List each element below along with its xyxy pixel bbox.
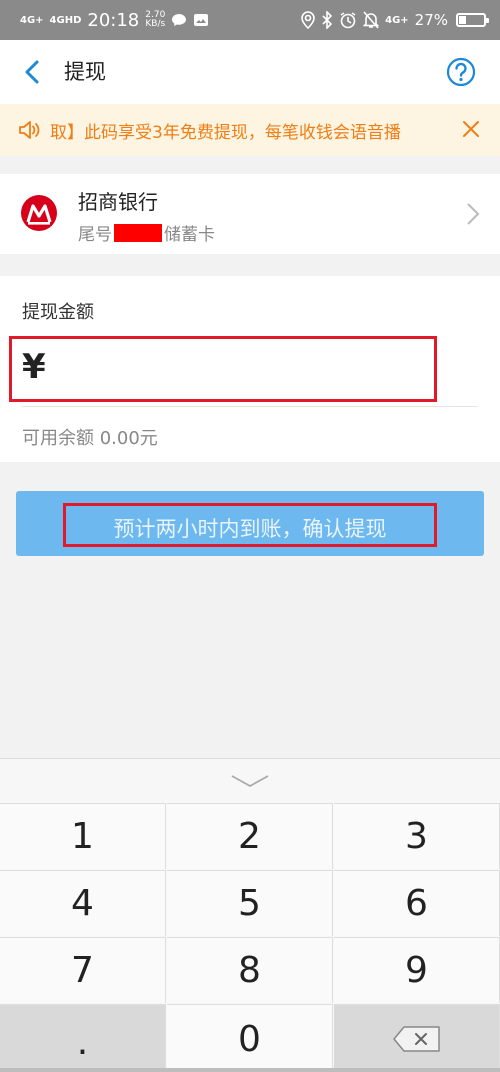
bank-name: 招商银行: [78, 190, 158, 214]
card-info: 尾号 储蓄卡: [78, 220, 215, 245]
notice-text: 取】此码享受3年免费提现，每笔收钱会语音播: [50, 123, 401, 143]
key-3[interactable]: 3: [334, 803, 500, 869]
key-delete[interactable]: [334, 1004, 500, 1072]
speaker-icon: [19, 121, 40, 139]
currency-symbol: ¥: [22, 347, 46, 387]
chevron-right-icon: [467, 203, 480, 225]
network-speed: 2.70 KB/s: [145, 11, 165, 29]
bank-logo-icon: [21, 195, 57, 231]
battery-icon: [456, 13, 489, 27]
close-icon[interactable]: [460, 118, 482, 140]
amount-label: 提现金额: [22, 302, 94, 323]
notice-banner[interactable]: 取】此码享受3年免费提现，每笔收钱会语音播: [0, 104, 500, 156]
page-title: 提现: [64, 60, 106, 84]
bank-card-selector[interactable]: 招商银行 尾号 储蓄卡: [0, 174, 500, 254]
confirm-button-label: 预计两小时内到账，确认提现: [113, 517, 387, 541]
network-type: 4G+: [385, 14, 409, 26]
back-arrow-icon[interactable]: [20, 59, 46, 85]
key-4[interactable]: 4: [0, 870, 166, 936]
keypad-grid: 1 2 3 4 5 6 7 8 9 . 0: [0, 803, 500, 1072]
key-0[interactable]: 0: [167, 1004, 333, 1072]
key-7[interactable]: 7: [0, 937, 166, 1003]
app-header: 提现: [0, 40, 500, 104]
home-indicator: [0, 1068, 500, 1072]
alarm-icon: [340, 12, 356, 29]
key-1[interactable]: 1: [0, 803, 166, 869]
key-9[interactable]: 9: [334, 937, 500, 1003]
numeric-keypad: 1 2 3 4 5 6 7 8 9 . 0: [0, 758, 500, 1072]
key-5[interactable]: 5: [167, 870, 333, 936]
amount-input[interactable]: [60, 345, 420, 393]
confirm-label-highlight: 预计两小时内到账，确认提现: [63, 503, 437, 547]
withdraw-amount-card: 提现金额 ¥ 可用余额 0.00元: [0, 276, 500, 462]
key-dot[interactable]: .: [0, 1004, 166, 1072]
signal-4g-plus: 4G+: [20, 14, 44, 26]
status-bar: 4G+ 4GHD 20:18 2.70 KB/s 4G+ 27%: [0, 0, 500, 40]
key-6[interactable]: 6: [334, 870, 500, 936]
status-bar-left: 4G+ 4GHD 20:18 2.70 KB/s: [20, 10, 209, 31]
mute-bell-icon: [363, 11, 380, 29]
key-2[interactable]: 2: [167, 803, 333, 869]
input-divider: [22, 406, 478, 407]
gallery-icon: [194, 14, 209, 26]
status-bar-right: 4G+ 27%: [301, 11, 489, 29]
available-balance: 可用余额 0.00元: [22, 428, 158, 449]
redacted-card-number: [114, 223, 162, 242]
chevron-down-icon[interactable]: [230, 773, 270, 789]
location-icon: [301, 11, 315, 29]
battery-level: [459, 16, 467, 24]
network-speed-unit: KB/s: [145, 19, 166, 29]
key-8[interactable]: 8: [167, 937, 333, 1003]
chat-bubble-icon: [172, 14, 187, 26]
clock: 20:18: [87, 9, 140, 31]
question-circle-icon[interactable]: [446, 57, 476, 87]
amount-input-highlight: ¥: [9, 336, 437, 402]
card-type: 储蓄卡: [164, 225, 215, 245]
backspace-icon: [392, 1026, 440, 1052]
bluetooth-icon: [322, 11, 333, 29]
card-tail-label: 尾号: [78, 225, 112, 245]
battery-percent: 27%: [414, 11, 448, 29]
confirm-withdraw-button[interactable]: 预计两小时内到账，确认提现: [16, 491, 484, 556]
signal-4g-hd: 4GHD: [49, 14, 82, 26]
